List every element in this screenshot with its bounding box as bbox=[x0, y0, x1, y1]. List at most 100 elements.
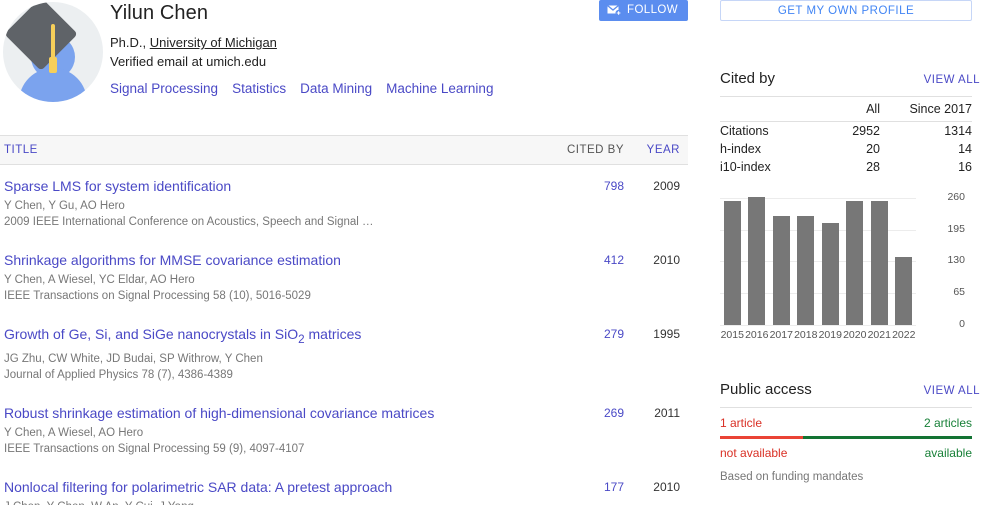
metric-row: h-index2014 bbox=[720, 140, 972, 158]
publication-cited-by-link[interactable]: 177 bbox=[546, 478, 624, 505]
chart-x-tick-label: 2018 bbox=[794, 329, 818, 341]
chart-bar[interactable] bbox=[871, 201, 888, 325]
publication-year: 2010 bbox=[624, 251, 688, 304]
interest-link-3[interactable]: Data Mining bbox=[300, 81, 372, 96]
column-header-cited-by[interactable]: CITED BY bbox=[546, 144, 624, 156]
cited-by-title: Cited by bbox=[720, 70, 775, 87]
publication-main: Growth of Ge, Si, and SiGe nanocrystals … bbox=[0, 325, 546, 383]
sidebar: GET MY OWN PROFILE Cited by VIEW ALL All… bbox=[700, 0, 1000, 505]
chart-plot-area bbox=[720, 193, 916, 325]
chart-bar[interactable] bbox=[895, 257, 912, 325]
chart-y-tick-label: 0 bbox=[925, 318, 965, 330]
publication-authors: Y Chen, Y Gu, AO Hero bbox=[4, 198, 532, 214]
metric-value-all[interactable]: 28 bbox=[798, 158, 880, 176]
envelope-add-icon bbox=[607, 5, 622, 16]
publication-venue: IEEE Transactions on Signal Processing 5… bbox=[4, 441, 532, 457]
chart-y-tick-label: 260 bbox=[925, 191, 965, 203]
publication-cited-by-link[interactable]: 798 bbox=[546, 177, 624, 230]
chart-x-tick-label: 2021 bbox=[867, 329, 891, 341]
publication-authors: JG Zhu, CW White, JD Budai, SP Withrow, … bbox=[4, 351, 532, 367]
avatar[interactable] bbox=[3, 2, 103, 102]
available-count[interactable]: 2 articles bbox=[924, 416, 972, 430]
affiliation-prefix: Ph.D., bbox=[110, 35, 150, 50]
chart-gridline bbox=[720, 325, 916, 326]
chart-x-tick-label: 2022 bbox=[892, 329, 916, 341]
citation-metrics-table: All Since 2017 Citations29521314h-index2… bbox=[720, 96, 972, 176]
public-access-view-all-link[interactable]: VIEW ALL bbox=[924, 385, 980, 397]
metric-value-all[interactable]: 2952 bbox=[798, 122, 880, 141]
chart-y-tick-label: 195 bbox=[925, 223, 965, 235]
publication-authors: Y Chen, A Wiesel, AO Hero bbox=[4, 425, 532, 441]
chart-y-tick-label: 65 bbox=[925, 286, 965, 298]
publication-title-link[interactable]: Growth of Ge, Si, and SiGe nanocrystals … bbox=[4, 325, 532, 349]
metrics-body: Citations29521314h-index2014i10-index281… bbox=[720, 122, 972, 177]
public-access-labels: not available available bbox=[720, 446, 972, 460]
table-body: Sparse LMS for system identification Y Ch… bbox=[0, 165, 688, 505]
table-row: Nonlocal filtering for polarimetric SAR … bbox=[0, 466, 688, 505]
get-my-own-profile-button[interactable]: GET MY OWN PROFILE bbox=[720, 0, 972, 21]
publication-venue: 2009 IEEE International Conference on Ac… bbox=[4, 214, 532, 230]
metrics-header-row: All Since 2017 bbox=[720, 97, 972, 122]
cited-by-view-all-link[interactable]: VIEW ALL bbox=[924, 74, 980, 86]
metric-value-since[interactable]: 16 bbox=[880, 158, 972, 176]
interest-link-4[interactable]: Machine Learning bbox=[386, 81, 493, 96]
publication-authors: Y Chen, A Wiesel, YC Eldar, AO Hero bbox=[4, 272, 532, 288]
metric-value-since[interactable]: 1314 bbox=[880, 122, 972, 141]
publication-cited-by-link[interactable]: 412 bbox=[546, 251, 624, 304]
table-row: Sparse LMS for system identification Y Ch… bbox=[0, 165, 688, 239]
publication-year: 2009 bbox=[624, 177, 688, 230]
not-available-count[interactable]: 1 article bbox=[720, 416, 762, 430]
profile-info: Yilun Chen Ph.D., University of Michigan… bbox=[110, 0, 700, 102]
public-access-summary: 1 article 2 articles not available avail… bbox=[720, 407, 972, 483]
tassel-end-icon bbox=[49, 57, 57, 73]
metric-value-since[interactable]: 14 bbox=[880, 140, 972, 158]
scholar-profile-page: Yilun Chen Ph.D., University of Michigan… bbox=[0, 0, 1000, 505]
metrics-header-since: Since 2017 bbox=[880, 97, 972, 122]
column-header-title[interactable]: TITLE bbox=[0, 144, 546, 156]
follow-button[interactable]: FOLLOW bbox=[599, 0, 688, 21]
table-row: Growth of Ge, Si, and SiGe nanocrystals … bbox=[0, 313, 688, 392]
table-row: Shrinkage algorithms for MMSE covariance… bbox=[0, 239, 688, 313]
not-available-label: not available bbox=[720, 446, 787, 460]
chart-bar[interactable] bbox=[822, 223, 839, 325]
chart-bar[interactable] bbox=[748, 197, 765, 325]
publication-cited-by-link[interactable]: 269 bbox=[546, 404, 624, 457]
follow-button-label: FOLLOW bbox=[627, 4, 678, 16]
affiliation: Ph.D., University of Michigan bbox=[110, 33, 700, 52]
publication-year: 1995 bbox=[624, 325, 688, 383]
main-column: Yilun Chen Ph.D., University of Michigan… bbox=[0, 0, 700, 505]
chart-bar[interactable] bbox=[846, 201, 863, 325]
interest-link-1[interactable]: Signal Processing bbox=[110, 81, 218, 96]
publications-table: TITLE CITED BY YEAR Sparse LMS for syste… bbox=[0, 135, 688, 505]
publication-title-link[interactable]: Robust shrinkage estimation of high-dime… bbox=[4, 404, 532, 423]
publication-main: Sparse LMS for system identification Y Ch… bbox=[0, 177, 546, 230]
publication-title-link[interactable]: Nonlocal filtering for polarimetric SAR … bbox=[4, 478, 532, 497]
metrics-header-all: All bbox=[798, 97, 880, 122]
column-header-year[interactable]: YEAR bbox=[624, 144, 688, 156]
chart-x-tick-label: 2020 bbox=[843, 329, 867, 341]
publication-venue: IEEE Transactions on Signal Processing 5… bbox=[4, 288, 532, 304]
public-access-bar-available bbox=[803, 436, 972, 439]
interest-link-2[interactable]: Statistics bbox=[232, 81, 286, 96]
publication-venue: Journal of Applied Physics 78 (7), 4386-… bbox=[4, 367, 532, 383]
chart-bar[interactable] bbox=[797, 216, 814, 325]
publication-main: Robust shrinkage estimation of high-dime… bbox=[0, 404, 546, 457]
metric-label: i10-index bbox=[720, 158, 798, 176]
publication-title-link[interactable]: Shrinkage algorithms for MMSE covariance… bbox=[4, 251, 532, 270]
publication-cited-by-link[interactable]: 279 bbox=[546, 325, 624, 383]
publication-authors: J Chen, Y Chen, W An, Y Cui, J Yang bbox=[4, 499, 532, 505]
public-access-bar-not-available bbox=[720, 436, 803, 439]
publication-year: 2011 bbox=[624, 404, 688, 457]
metric-label: h-index bbox=[720, 140, 798, 158]
chart-bar[interactable] bbox=[724, 201, 741, 325]
publication-title-link[interactable]: Sparse LMS for system identification bbox=[4, 177, 532, 196]
affiliation-link[interactable]: University of Michigan bbox=[150, 35, 277, 50]
publication-year: 2010 bbox=[624, 478, 688, 505]
public-access-title: Public access bbox=[720, 381, 812, 398]
publication-main: Shrinkage algorithms for MMSE covariance… bbox=[0, 251, 546, 304]
metric-value-all[interactable]: 20 bbox=[798, 140, 880, 158]
metric-label: Citations bbox=[720, 122, 798, 141]
chart-bar[interactable] bbox=[773, 216, 790, 325]
avatar-container bbox=[0, 0, 110, 102]
avatar-body-shape bbox=[19, 68, 87, 102]
